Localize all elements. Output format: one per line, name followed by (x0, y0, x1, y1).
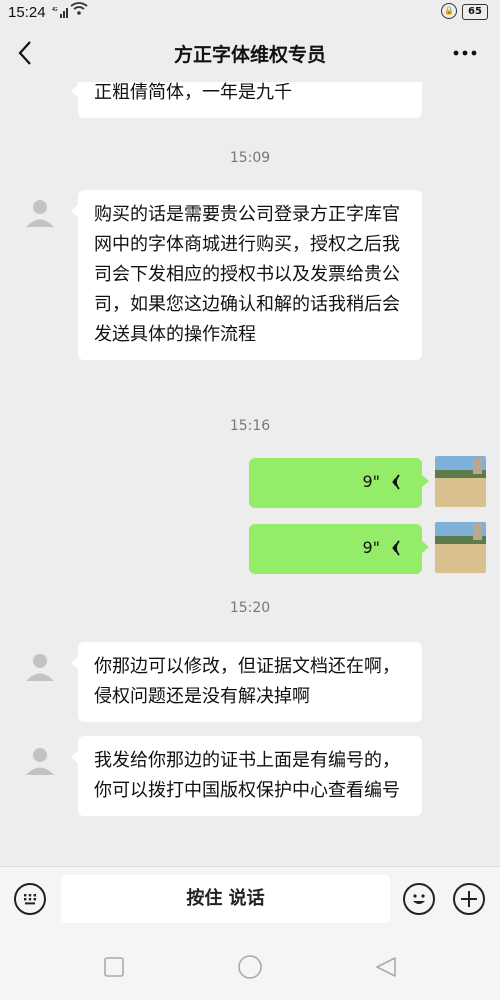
message-timestamp: 15:20 (229, 600, 271, 616)
message-timestamp: 15:16 (229, 418, 271, 434)
system-navigation-bar (0, 934, 500, 1000)
plus-icon[interactable] (453, 883, 485, 915)
battery-indicator: 65 (462, 4, 488, 20)
chat-header: 方正字体维权专员 (0, 26, 500, 82)
network-type: 4G (52, 7, 58, 13)
signal-icon: 4G (52, 6, 70, 21)
user-avatar[interactable] (435, 522, 486, 573)
voice-message-bubble[interactable]: 9" (249, 524, 429, 574)
voice-wave-icon (390, 538, 404, 562)
message-bubble-incoming[interactable]: 正粗倩简体，一年是九千 (71, 82, 422, 118)
wifi-icon (70, 2, 88, 20)
status-time: 15:24 (8, 4, 46, 21)
contact-avatar[interactable] (22, 648, 58, 684)
keyboard-icon[interactable] (14, 883, 46, 915)
chat-title: 方正字体维权专员 (173, 44, 326, 66)
message-text: 正粗倩简体，一年是九千 (94, 82, 292, 103)
more-dots-icon[interactable] (452, 40, 478, 72)
contact-avatar[interactable] (22, 742, 58, 778)
lock-icon: 🔒 (441, 3, 457, 19)
voice-duration: 9" (362, 472, 380, 491)
message-bubble-incoming[interactable]: 你那边可以修改，但证据文档还在啊，侵权问题还是没有解决掉啊 (71, 642, 422, 722)
message-bubble-incoming[interactable]: 我发给你那边的证书上面是有编号的，你可以拨打中国版权保护中心查看编号 (71, 736, 422, 816)
voice-message-bubble[interactable]: 9" (249, 458, 429, 508)
message-text: 购买的话是需要贵公司登录方正字库官网中的字体商城进行购买，授权之后我司会下发相应… (94, 204, 400, 345)
voice-wave-icon (390, 472, 404, 496)
user-avatar[interactable] (435, 456, 486, 507)
voice-duration: 9" (362, 538, 380, 557)
message-timestamp: 15:09 (229, 150, 271, 166)
chat-input-bar: 按住 说话 (0, 866, 500, 935)
message-list[interactable]: 正粗倩简体，一年是九千 15:09 购买的话是需要贵公司登录方正字库官网中的字体… (0, 82, 500, 866)
status-bar: 15:24 4G 🔒 65 (0, 0, 500, 26)
hold-to-talk-button[interactable]: 按住 说话 (61, 875, 390, 923)
emoji-icon[interactable] (403, 883, 435, 915)
message-bubble-incoming[interactable]: 购买的话是需要贵公司登录方正字库官网中的字体商城进行购买，授权之后我司会下发相应… (71, 190, 422, 360)
triangle-back-icon[interactable] (375, 956, 397, 982)
circle-icon[interactable] (238, 955, 262, 983)
message-text: 我发给你那边的证书上面是有编号的，你可以拨打中国版权保护中心查看编号 (94, 750, 400, 801)
message-text: 你那边可以修改，但证据文档还在啊，侵权问题还是没有解决掉啊 (94, 656, 400, 707)
contact-avatar[interactable] (22, 194, 58, 230)
square-icon[interactable] (104, 957, 124, 981)
